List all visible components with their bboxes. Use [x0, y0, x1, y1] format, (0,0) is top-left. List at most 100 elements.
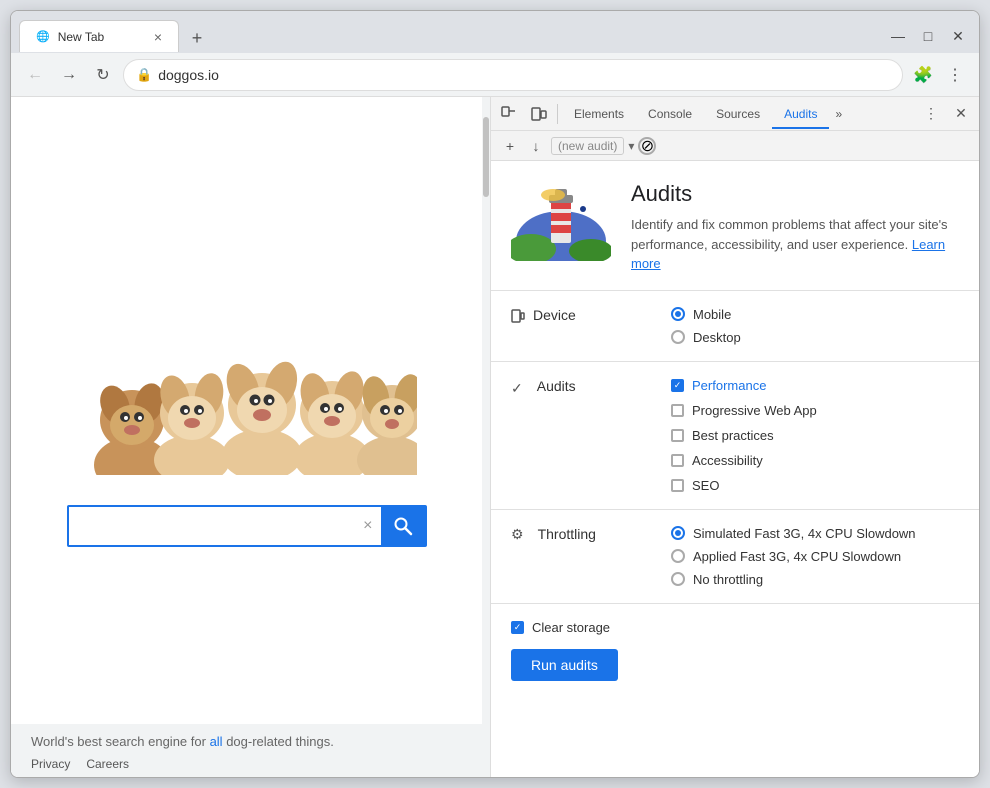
- seo-checkbox-box: [671, 479, 684, 492]
- no-throttle-radio-dot: [671, 572, 685, 586]
- inspect-element-button[interactable]: [495, 100, 523, 128]
- careers-link[interactable]: Careers: [86, 757, 129, 771]
- menu-button[interactable]: ⋮: [941, 61, 969, 89]
- more-tabs-button[interactable]: »: [829, 103, 848, 125]
- clear-storage-checkbox[interactable]: Clear storage: [511, 620, 610, 635]
- url-text: doggos.io: [158, 67, 890, 83]
- clear-storage-checkbox-box: [511, 621, 524, 634]
- privacy-link[interactable]: Privacy: [31, 757, 70, 771]
- minimize-button[interactable]: —: [885, 23, 911, 49]
- tab-sources[interactable]: Sources: [704, 101, 772, 129]
- audits-checkboxes: Performance Progressive Web App Best pra…: [671, 378, 959, 493]
- title-bar: 🌐 New Tab × + — □ ✕: [11, 11, 979, 53]
- performance-checkbox[interactable]: Performance: [671, 378, 959, 393]
- browser-window: 🌐 New Tab × + — □ ✕ ← → ↻ 🔒 doggos.io 🧩 …: [10, 10, 980, 778]
- audits-title: Audits: [631, 181, 959, 207]
- footer-tagline: World's best search engine for all dog-r…: [31, 734, 470, 749]
- maximize-button[interactable]: □: [915, 23, 941, 49]
- best-practices-checkbox-box: [671, 429, 684, 442]
- seo-checkbox[interactable]: SEO: [671, 478, 959, 493]
- nav-right-buttons: 🧩 ⋮: [909, 61, 969, 89]
- extensions-button[interactable]: 🧩: [909, 61, 937, 89]
- toolbar-separator: [557, 104, 558, 124]
- search-submit-button[interactable]: [381, 505, 425, 547]
- audits-label: Audits: [537, 378, 576, 394]
- search-input[interactable]: [69, 509, 356, 543]
- tab-elements[interactable]: Elements: [562, 101, 636, 129]
- throttling-options: Simulated Fast 3G, 4x CPU Slowdown Appli…: [671, 526, 959, 587]
- cursor-icon: [501, 106, 517, 122]
- devtools-menu-button[interactable]: ⋮: [917, 100, 945, 128]
- footer-links: Privacy Careers: [31, 757, 470, 771]
- throttling-section: ⚙ Throttling Simulated Fast 3G, 4x CPU S…: [491, 510, 979, 604]
- throttling-fast3g-option[interactable]: Simulated Fast 3G, 4x CPU Slowdown: [671, 526, 959, 541]
- device-section: Device Mobile Desktop: [491, 291, 979, 362]
- audits-checkboxes-section: ✓ Audits Performance Progressive Web App: [491, 362, 979, 510]
- device-mobile-option[interactable]: Mobile: [671, 307, 959, 322]
- search-clear-button[interactable]: ×: [355, 517, 380, 535]
- throttling-applied3g-option[interactable]: Applied Fast 3G, 4x CPU Slowdown: [671, 549, 959, 564]
- tab-audits[interactable]: Audits: [772, 101, 829, 129]
- tab-bar: 🌐 New Tab × +: [19, 20, 881, 52]
- scrollbar-thumb[interactable]: [483, 117, 489, 197]
- performance-label: Performance: [692, 378, 766, 393]
- back-button[interactable]: ←: [21, 61, 49, 89]
- run-section: Clear storage Run audits: [491, 604, 979, 697]
- tagline-highlight: all: [210, 734, 223, 749]
- puppies-svg: [77, 275, 417, 475]
- devtools-panel: Elements Console Sources Audits » ⋮ ✕ + …: [491, 97, 979, 777]
- window-controls: — □ ✕: [885, 23, 971, 49]
- performance-checkbox-box: [671, 379, 684, 392]
- nav-bar: ← → ↻ 🔒 doggos.io 🧩 ⋮: [11, 53, 979, 97]
- address-bar[interactable]: 🔒 doggos.io: [123, 59, 903, 91]
- browser-tab[interactable]: 🌐 New Tab ×: [19, 20, 179, 52]
- devtools-close-button[interactable]: ✕: [947, 100, 975, 128]
- devtools-tab-bar: Elements Console Sources Audits »: [562, 97, 915, 131]
- best-practices-checkbox[interactable]: Best practices: [671, 428, 959, 443]
- desktop-radio-dot: [671, 330, 685, 344]
- device-options: Mobile Desktop: [671, 307, 959, 345]
- tab-favicon: 🌐: [36, 30, 50, 43]
- device-icon: [531, 106, 547, 122]
- audits-content: Audits Identify and fix common problems …: [491, 161, 979, 777]
- device-section-left: Device: [511, 307, 671, 326]
- content-area: × World's: [11, 97, 979, 777]
- devtools-subtoolbar: + ↓ (new audit) ▾ ⊘: [491, 131, 979, 161]
- audits-header-text: Audits Identify and fix common problems …: [631, 181, 959, 274]
- close-button[interactable]: ✕: [945, 23, 971, 49]
- scrollbar[interactable]: [482, 97, 490, 724]
- tab-close-button[interactable]: ×: [154, 29, 162, 45]
- device-toggle-button[interactable]: [525, 100, 553, 128]
- audits-section-left: ✓ Audits: [511, 378, 671, 397]
- add-audit-button[interactable]: +: [499, 135, 521, 157]
- audits-header: Audits Identify and fix common problems …: [491, 161, 979, 291]
- reload-button[interactable]: ↻: [89, 61, 117, 89]
- device-desktop-option[interactable]: Desktop: [671, 330, 959, 345]
- block-icon: ⊘: [638, 137, 656, 155]
- download-button[interactable]: ↓: [525, 135, 547, 157]
- pwa-checkbox-box: [671, 404, 684, 417]
- dropdown-arrow[interactable]: ▾: [628, 139, 634, 153]
- throttling-none-option[interactable]: No throttling: [671, 572, 959, 587]
- search-bar: ×: [67, 505, 427, 547]
- search-icon: [393, 516, 413, 536]
- throttling-label: Throttling: [538, 526, 596, 542]
- tab-console[interactable]: Console: [636, 101, 704, 129]
- pwa-checkbox[interactable]: Progressive Web App: [671, 403, 959, 418]
- webpage-panel: × World's: [11, 97, 491, 777]
- new-tab-button[interactable]: +: [183, 24, 211, 52]
- accessibility-checkbox[interactable]: Accessibility: [671, 453, 959, 468]
- puppies-illustration: [77, 275, 417, 475]
- device-label: Device: [533, 307, 576, 323]
- check-icon: ✓: [511, 380, 523, 397]
- devtools-toolbar: Elements Console Sources Audits » ⋮ ✕: [491, 97, 979, 131]
- applied3g-radio-dot: [671, 549, 685, 563]
- forward-button[interactable]: →: [55, 61, 83, 89]
- device-radio-group: Mobile Desktop: [671, 307, 959, 345]
- run-audits-button[interactable]: Run audits: [511, 649, 618, 681]
- webpage-footer: World's best search engine for all dog-r…: [11, 724, 490, 777]
- throttling-radio-group: Simulated Fast 3G, 4x CPU Slowdown Appli…: [671, 526, 959, 587]
- new-audit-label: (new audit): [551, 137, 624, 155]
- tab-title: New Tab: [58, 30, 104, 44]
- lighthouse-logo: [511, 181, 611, 261]
